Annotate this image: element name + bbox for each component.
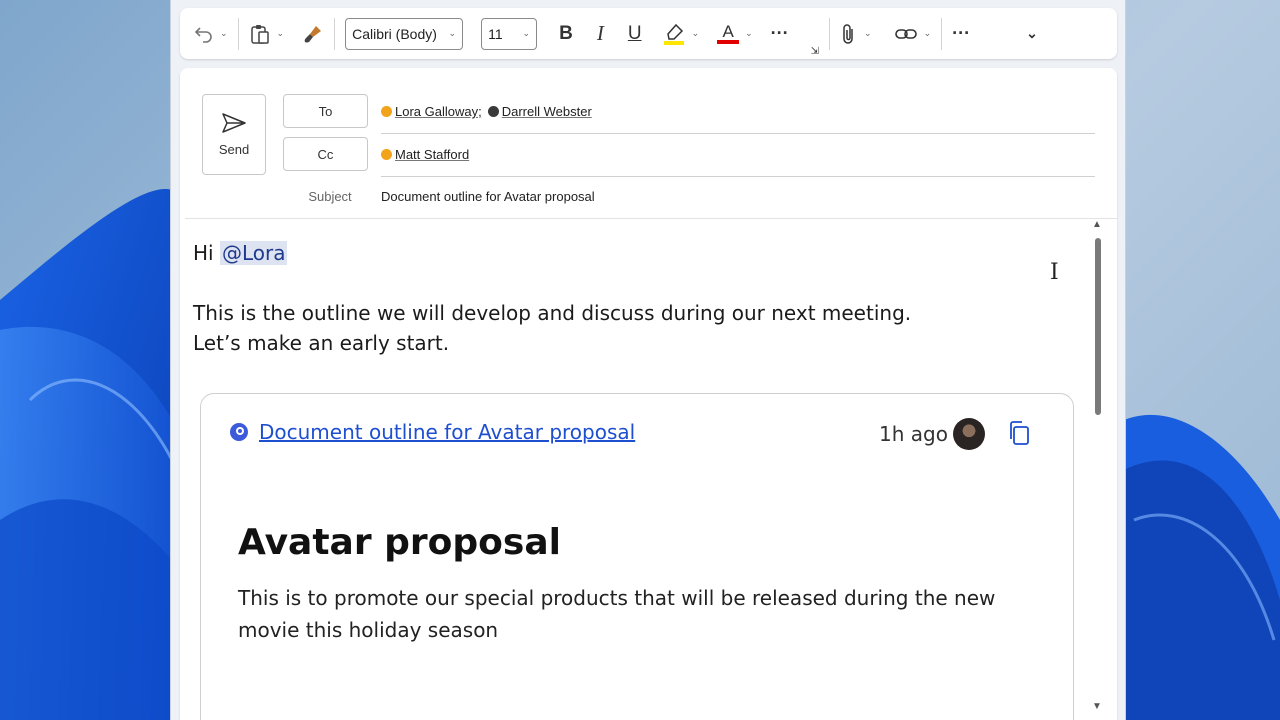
- dialog-launcher-button[interactable]: ⇲: [811, 43, 819, 59]
- chevron-down-icon: ⌄: [745, 28, 753, 38]
- bold-button[interactable]: B: [559, 19, 573, 49]
- more-label: ···: [770, 23, 789, 43]
- divider: [334, 17, 336, 50]
- recipient-chip[interactable]: Lora Galloway;: [381, 104, 482, 119]
- presence-offline-icon: [487, 106, 499, 117]
- subject-input[interactable]: Document outline for Avatar proposal: [381, 189, 595, 204]
- body-scrollbar[interactable]: ▲ ▼: [1092, 219, 1106, 720]
- greeting-text: Hi: [193, 241, 214, 265]
- loop-document-link[interactable]: Document outline for Avatar proposal: [259, 420, 635, 444]
- loop-component-card[interactable]: Document outline for Avatar proposal 1h …: [200, 393, 1074, 720]
- greeting-line: Hi @Lora: [193, 238, 1083, 268]
- avatar[interactable]: [953, 418, 985, 450]
- chevron-down-icon: ⌄: [864, 28, 872, 38]
- body-divider: [185, 218, 1117, 219]
- italic-label: I: [596, 21, 604, 45]
- recipient-chip[interactable]: Darrell Webster: [487, 104, 592, 119]
- more-options-button[interactable]: ···: [952, 19, 970, 49]
- dialog-launcher-icon: ⇲: [810, 45, 820, 57]
- undo-button[interactable]: ⌄: [194, 19, 228, 49]
- italic-button[interactable]: I: [597, 19, 604, 49]
- divider: [237, 17, 239, 50]
- scroll-down-icon[interactable]: ▼: [1092, 701, 1102, 712]
- chevron-down-icon: ⌄: [522, 28, 531, 38]
- chevron-down-icon: ⌄: [276, 28, 285, 38]
- scrollbar-thumb[interactable]: [1095, 238, 1101, 415]
- font-color-button[interactable]: A ⌄: [717, 19, 753, 49]
- underline-button[interactable]: U: [628, 19, 642, 49]
- last-edited-time: 1h ago: [879, 422, 948, 446]
- body-line: Let’s make an early start.: [193, 331, 450, 355]
- attach-file-button[interactable]: ⌄: [840, 19, 872, 49]
- chevron-down-icon: ⌄: [220, 28, 228, 38]
- paste-button[interactable]: ⌄: [249, 19, 285, 49]
- overflow-label: ···: [952, 23, 971, 43]
- send-button[interactable]: Send: [202, 94, 266, 175]
- copy-icon[interactable]: [1007, 420, 1031, 446]
- subject-label: Subject: [308, 189, 352, 204]
- to-label: To: [318, 103, 333, 119]
- paperclip-icon: [843, 23, 853, 44]
- chevron-down-icon: ⌄: [448, 28, 457, 38]
- recipient-name: Matt Stafford: [395, 147, 470, 162]
- formatting-ribbon: ⌄ ⌄ Calibri (Body) ⌄ 11 ⌄ B I U ⌄ A ⌄ ··…: [180, 8, 1117, 59]
- divider: [941, 17, 943, 50]
- outlook-compose-window: ⌄ ⌄ Calibri (Body) ⌄ 11 ⌄ B I U ⌄ A ⌄ ··…: [170, 0, 1126, 720]
- text-cursor-icon: I: [1050, 260, 1059, 285]
- compose-pane: Send To Lora Galloway; Darrell Webster C…: [180, 68, 1117, 720]
- paintbrush-icon: [304, 25, 322, 42]
- recipient-name: Darrell Webster: [501, 104, 592, 119]
- underline-label: U: [627, 22, 642, 44]
- desktop-wallpaper-right: [1124, 0, 1280, 720]
- chevron-down-icon: ⌄: [923, 28, 932, 38]
- font-color-label: A: [722, 21, 734, 41]
- presence-away-icon: [381, 106, 392, 117]
- body-line: This is the outline we will develop and …: [193, 301, 912, 325]
- highlighter-icon: [663, 23, 684, 45]
- cc-button[interactable]: Cc: [283, 137, 368, 171]
- font-color-bar: [717, 39, 740, 44]
- chevron-down-icon: ⌄: [691, 28, 700, 38]
- font-name-dropdown[interactable]: Calibri (Body) ⌄: [345, 17, 464, 50]
- field-divider: [381, 133, 1095, 134]
- font-name-value: Calibri (Body): [352, 25, 437, 42]
- highlight-button[interactable]: ⌄: [662, 19, 700, 49]
- font-size-dropdown[interactable]: 11 ⌄: [481, 17, 538, 50]
- format-painter-button[interactable]: [302, 19, 324, 49]
- to-button[interactable]: To: [283, 94, 368, 128]
- insert-link-button[interactable]: ⌄: [894, 19, 932, 49]
- mention-chip[interactable]: @Lora: [219, 241, 288, 265]
- presence-away-icon: [381, 149, 392, 160]
- bold-label: B: [559, 22, 573, 44]
- send-icon: [222, 113, 246, 133]
- loop-icon: [230, 423, 248, 441]
- document-title: Avatar proposal: [238, 522, 561, 563]
- font-size-value: 11: [488, 25, 503, 42]
- field-divider: [381, 176, 1095, 177]
- document-paragraph: This is to promote our special products …: [238, 586, 996, 642]
- more-formatting-button[interactable]: ···: [771, 19, 789, 49]
- clipboard-icon: [250, 24, 269, 44]
- send-label: Send: [218, 142, 250, 157]
- expand-ribbon-button[interactable]: ⌄: [1026, 19, 1038, 49]
- cc-field[interactable]: Matt Stafford: [381, 147, 475, 162]
- desktop-wallpaper-left: [0, 0, 172, 720]
- cc-label: Cc: [317, 146, 334, 162]
- chevron-down-icon: ⌄: [1026, 25, 1038, 41]
- message-body[interactable]: Hi @Lora This is the outline we will dev…: [193, 238, 1083, 358]
- scroll-up-icon[interactable]: ▲: [1092, 219, 1102, 230]
- undo-icon: [194, 26, 212, 43]
- link-icon: [894, 28, 917, 39]
- to-field[interactable]: Lora Galloway; Darrell Webster: [381, 104, 598, 119]
- recipient-chip[interactable]: Matt Stafford: [381, 147, 469, 162]
- recipient-name: Lora Galloway;: [395, 104, 482, 119]
- divider: [829, 17, 831, 50]
